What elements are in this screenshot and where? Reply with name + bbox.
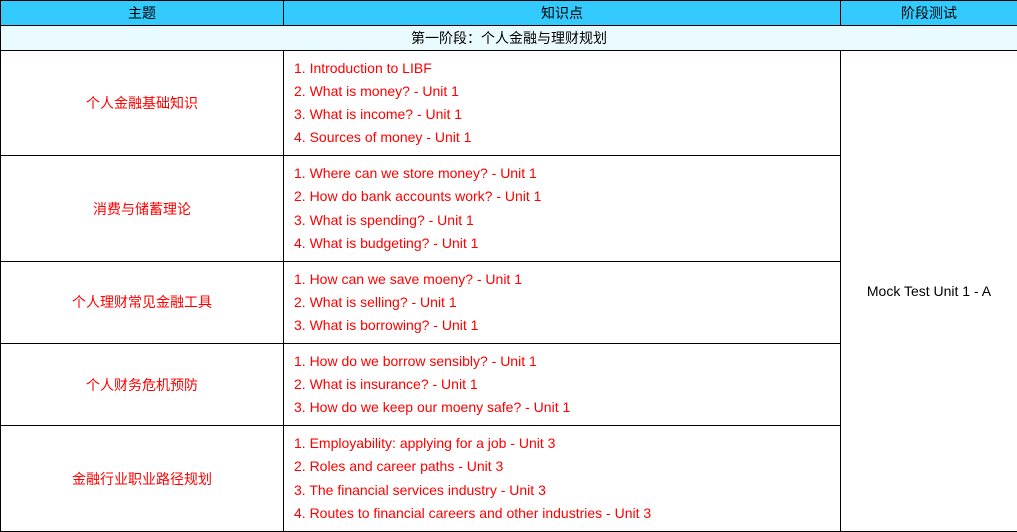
- knowledge-item: 3. What is spending? - Unit 1: [294, 209, 830, 232]
- knowledge-item: 1. Introduction to LIBF: [294, 57, 830, 80]
- knowledge-item: 3. How do we keep our moeny safe? - Unit…: [294, 396, 830, 419]
- test-cell: Mock Test Unit 1 - A: [841, 51, 1017, 532]
- knowledge-item: 1. Employability: applying for a job - U…: [294, 432, 830, 455]
- knowledge-item: 2. Roles and career paths - Unit 3: [294, 455, 830, 478]
- knowledge-item: 2. What is insurance? - Unit 1: [294, 373, 830, 396]
- topic-cell: 消费与储蓄理论: [1, 156, 284, 261]
- topic-cell: 个人财务危机预防: [1, 344, 284, 426]
- knowledge-item: 3. The financial services industry - Uni…: [294, 479, 830, 502]
- knowledge-item: 4. Routes to financial careers and other…: [294, 502, 830, 525]
- knowledge-item: 4. What is budgeting? - Unit 1: [294, 232, 830, 255]
- knowledge-item: 2. How do bank accounts work? - Unit 1: [294, 185, 830, 208]
- header-test: 阶段测试: [841, 1, 1017, 26]
- knowledge-cell: 1. How can we save moeny? - Unit 12. Wha…: [284, 261, 841, 343]
- header-row: 主题 知识点 阶段测试: [1, 1, 1017, 26]
- header-knowledge: 知识点: [284, 1, 841, 26]
- topic-cell: 个人理财常见金融工具: [1, 261, 284, 343]
- knowledge-item: 1. Where can we store money? - Unit 1: [294, 162, 830, 185]
- knowledge-cell: 1. Where can we store money? - Unit 12. …: [284, 156, 841, 261]
- knowledge-item: 1. How do we borrow sensibly? - Unit 1: [294, 350, 830, 373]
- header-topic: 主题: [1, 1, 284, 26]
- topic-cell: 金融行业职业路径规划: [1, 426, 284, 531]
- stage-row: 第一阶段：个人金融与理财规划: [1, 26, 1017, 51]
- knowledge-cell: 1. Employability: applying for a job - U…: [284, 426, 841, 531]
- knowledge-item: 2. What is money? - Unit 1: [294, 80, 830, 103]
- stage-title: 第一阶段：个人金融与理财规划: [1, 26, 1017, 51]
- knowledge-item: 3. What is borrowing? - Unit 1: [294, 314, 830, 337]
- knowledge-item: 3. What is income? - Unit 1: [294, 103, 830, 126]
- knowledge-item: 4. Sources of money - Unit 1: [294, 126, 830, 149]
- curriculum-table: 主题 知识点 阶段测试 第一阶段：个人金融与理财规划个人金融基础知识1. Int…: [0, 0, 1017, 532]
- knowledge-cell: 1. Introduction to LIBF2. What is money?…: [284, 51, 841, 156]
- knowledge-cell: 1. How do we borrow sensibly? - Unit 12.…: [284, 344, 841, 426]
- knowledge-item: 1. How can we save moeny? - Unit 1: [294, 268, 830, 291]
- table-row: 个人金融基础知识1. Introduction to LIBF2. What i…: [1, 51, 1017, 156]
- topic-cell: 个人金融基础知识: [1, 51, 284, 156]
- knowledge-item: 2. What is selling? - Unit 1: [294, 291, 830, 314]
